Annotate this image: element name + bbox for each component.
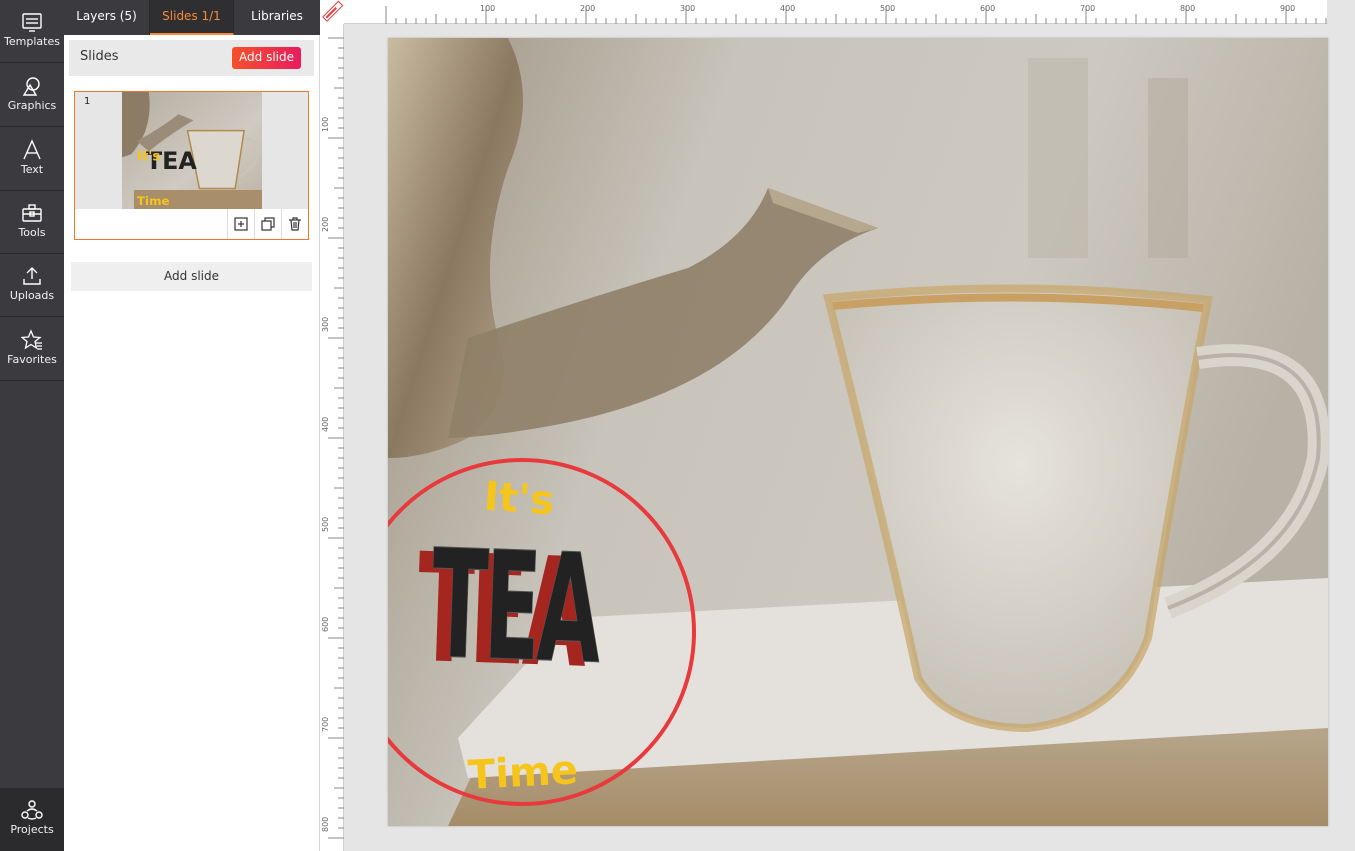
ruler-label-700: 700 <box>1080 4 1096 13</box>
vruler-label-100: 100 <box>321 116 330 132</box>
delete-slide-button[interactable] <box>281 209 308 239</box>
vruler-label-600: 600 <box>321 616 330 632</box>
favorites-label: Favorites <box>7 353 57 366</box>
vruler-label-300: 300 <box>321 316 330 332</box>
ruler-label-300: 300 <box>680 4 696 13</box>
slides-header: Slides Add slide <box>69 40 314 76</box>
tab-libraries[interactable]: Libraries <box>234 0 320 35</box>
favorites-nav-item[interactable]: Favorites <box>0 318 64 381</box>
ruler-corner-tag-icon <box>322 0 344 22</box>
duplicate-slide-button[interactable] <box>254 209 281 239</box>
graphics-nav-item[interactable]: Graphics <box>0 64 64 127</box>
trash-icon <box>289 217 301 231</box>
slide-number: 1 <box>84 96 91 107</box>
duplicate-icon <box>261 217 275 231</box>
graphics-label: Graphics <box>7 99 57 112</box>
templates-icon <box>22 13 42 32</box>
projects-icon <box>21 800 43 820</box>
vruler-label-200: 200 <box>321 216 330 232</box>
vruler-label-400: 400 <box>321 416 330 432</box>
add-slide-button[interactable]: Add slide <box>232 47 301 69</box>
templates-label: Templates <box>4 35 60 48</box>
ruler-label-800: 800 <box>1180 4 1196 13</box>
canvas-photo <box>388 38 1328 826</box>
svg-text:It's: It's <box>137 149 161 164</box>
svg-text:Time: Time <box>137 194 170 208</box>
add-slide-bottom-button[interactable]: Add slide <box>71 262 312 291</box>
vruler-label-800: 800 <box>321 816 330 832</box>
slide-thumbnail-image: TEA It's Time <box>122 92 262 209</box>
slides-title: Slides <box>80 49 119 64</box>
slide-actions-bar <box>75 209 308 239</box>
tab-layers[interactable]: Layers (5) <box>64 0 150 35</box>
panel-tabs: Layers (5) Slides 1/1 Libraries <box>64 0 320 35</box>
design-text-its[interactable]: It's <box>482 474 555 525</box>
ruler-corner[interactable] <box>320 0 344 24</box>
ruler-label-400: 400 <box>780 4 796 13</box>
vruler-label-700: 700 <box>321 716 330 732</box>
ruler-end-spacer <box>1327 0 1355 24</box>
design-text-time[interactable]: Time <box>467 747 579 799</box>
ruler-label-600: 600 <box>980 4 996 13</box>
uploads-label: Uploads <box>9 289 55 302</box>
uploads-nav-item[interactable]: Uploads <box>0 254 64 317</box>
uploads-icon <box>23 267 41 285</box>
tab-slides[interactable]: Slides 1/1 <box>150 0 234 35</box>
vertical-ruler: 100 200 300 400 500 600 700 800 <box>320 24 344 851</box>
ruler-label-200: 200 <box>580 4 596 13</box>
projects-nav-item[interactable]: Projects <box>0 788 64 851</box>
left-toolbar: Templates Graphics Text Tools Uploads Fa… <box>0 0 64 851</box>
text-nav-item[interactable]: Text <box>0 128 64 191</box>
favorites-icon <box>21 329 42 350</box>
horizontal-ruler: 100 200 300 400 500 600 700 800 900 <box>320 0 1327 24</box>
add-box-icon <box>234 217 248 231</box>
ruler-label-500: 500 <box>880 4 896 13</box>
text-label: Text <box>20 163 44 176</box>
tools-nav-item[interactable]: Tools <box>0 191 64 254</box>
add-slide-after-button[interactable] <box>227 209 254 239</box>
slide-thumbnail-card[interactable]: 1 TEA It's Time <box>74 91 309 240</box>
design-text-tea[interactable]: TEA <box>428 518 601 698</box>
slides-panel: Layers (5) Slides 1/1 Libraries Slides A… <box>64 0 320 851</box>
templates-nav-item[interactable]: Templates <box>0 0 64 63</box>
text-icon <box>23 139 41 160</box>
tools-icon <box>22 204 42 222</box>
vruler-label-500: 500 <box>321 516 330 532</box>
projects-label: Projects <box>10 823 54 836</box>
horizontal-ruler-ticks <box>385 6 1327 24</box>
tools-label: Tools <box>18 226 46 239</box>
graphics-icon <box>22 77 40 96</box>
ruler-label-100: 100 <box>480 4 496 13</box>
design-canvas[interactable]: It's TEA TEA Time <box>388 38 1328 826</box>
ruler-label-900: 900 <box>1280 4 1296 13</box>
